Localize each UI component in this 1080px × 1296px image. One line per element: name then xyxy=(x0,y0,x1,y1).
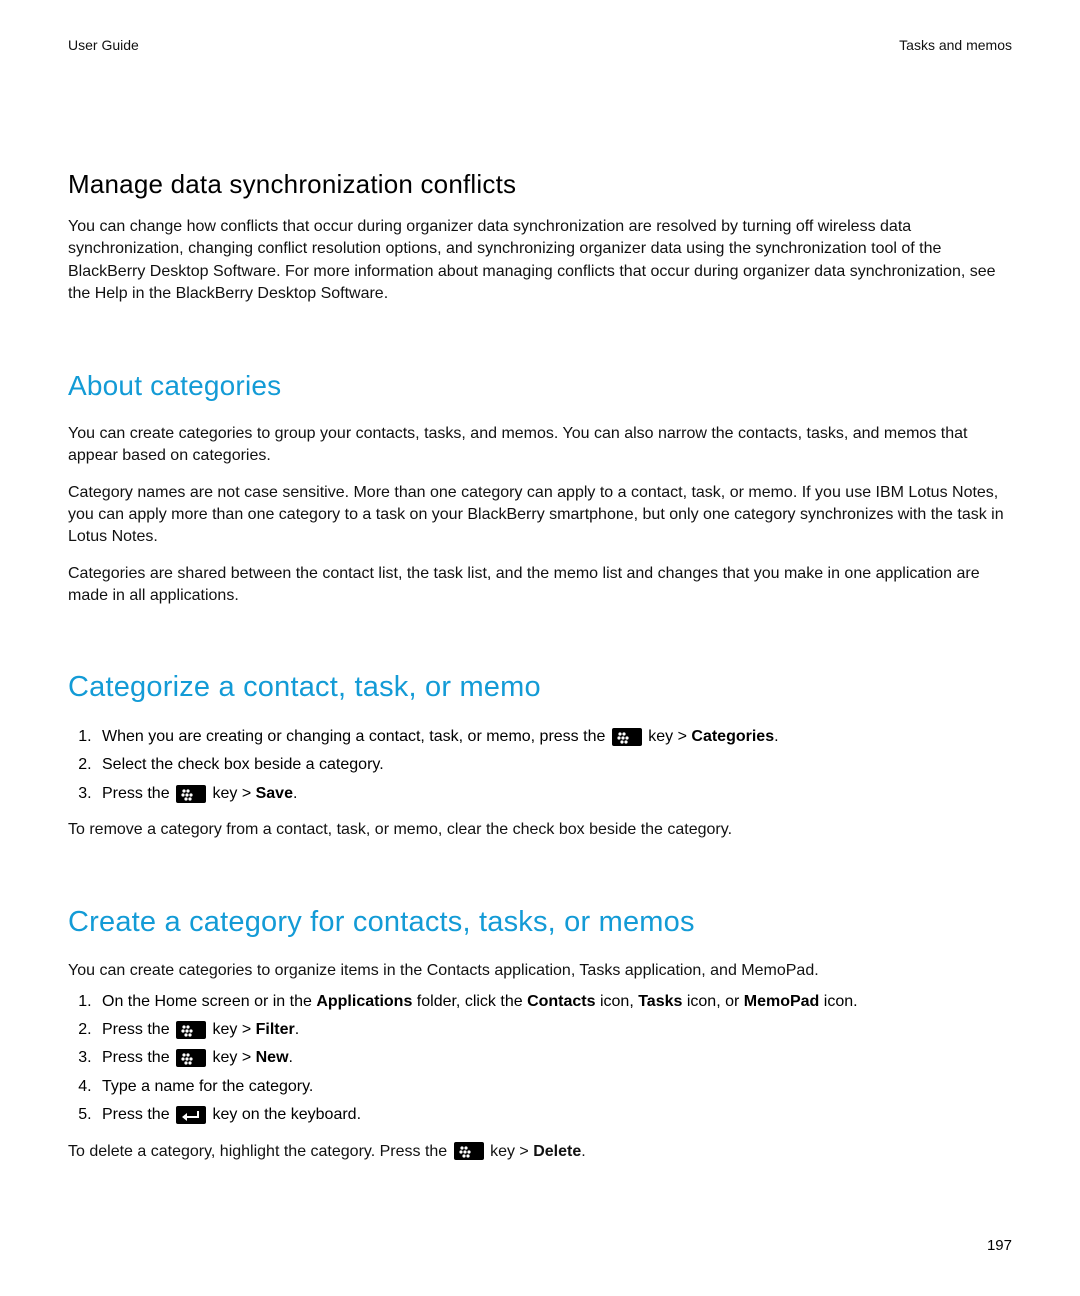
enter-key-icon xyxy=(176,1106,206,1124)
step-text: key > xyxy=(208,1021,256,1038)
heading-about-categories: About categories xyxy=(68,366,1012,405)
paragraph: Categories are shared between the contac… xyxy=(68,563,1012,608)
step-text: Press the xyxy=(102,1021,174,1038)
paragraph: Category names are not case sensitive. M… xyxy=(68,482,1012,549)
step-bold: Contacts xyxy=(527,993,595,1010)
blackberry-key-icon xyxy=(176,1021,206,1039)
step-text: On the Home screen or in the xyxy=(102,993,316,1010)
step-text: Press the xyxy=(102,1106,174,1123)
step-item: Press the key > New. xyxy=(96,1047,1012,1069)
step-bold: Categories xyxy=(691,728,774,745)
page-number: 197 xyxy=(987,1235,1012,1256)
paragraph: You can create categories to organize it… xyxy=(68,960,1012,982)
heading-create-category: Create a category for contacts, tasks, o… xyxy=(68,902,1012,943)
step-text: key > xyxy=(644,728,692,745)
step-item: Press the key > Filter. xyxy=(96,1019,1012,1041)
step-text: . xyxy=(774,728,778,745)
step-text: . xyxy=(293,785,297,802)
step-list: On the Home screen or in the Application… xyxy=(96,991,1012,1127)
paragraph: To remove a category from a contact, tas… xyxy=(68,819,1012,841)
step-item: When you are creating or changing a cont… xyxy=(96,726,1012,748)
step-text: . xyxy=(295,1021,299,1038)
text: . xyxy=(581,1143,585,1160)
document-page: User Guide Tasks and memos Manage data s… xyxy=(0,0,1080,1163)
step-item: Press the key > Save. xyxy=(96,783,1012,805)
step-text: icon, xyxy=(596,993,639,1010)
paragraph: To delete a category, highlight the cate… xyxy=(68,1141,1012,1163)
header-left: User Guide xyxy=(68,36,139,56)
running-header: User Guide Tasks and memos xyxy=(68,36,1012,56)
text: To delete a category, highlight the cate… xyxy=(68,1143,452,1160)
step-bold: MemoPad xyxy=(744,993,820,1010)
step-list: When you are creating or changing a cont… xyxy=(96,726,1012,805)
step-text: key on the keyboard. xyxy=(208,1106,361,1123)
heading-categorize: Categorize a contact, task, or memo xyxy=(68,667,1012,708)
step-text: folder, click the xyxy=(412,993,527,1010)
step-item: On the Home screen or in the Application… xyxy=(96,991,1012,1013)
step-text: icon, or xyxy=(682,993,743,1010)
step-bold: Applications xyxy=(316,993,412,1010)
step-text: . xyxy=(289,1049,293,1066)
paragraph: You can change how conflicts that occur … xyxy=(68,216,1012,306)
header-right: Tasks and memos xyxy=(899,36,1012,56)
step-bold: Filter xyxy=(256,1021,295,1038)
paragraph: You can create categories to group your … xyxy=(68,423,1012,468)
step-item: Select the check box beside a category. xyxy=(96,754,1012,776)
step-text: Press the xyxy=(102,785,174,802)
text: key > xyxy=(486,1143,534,1160)
step-item: Press the key on the keyboard. xyxy=(96,1104,1012,1126)
step-bold: Tasks xyxy=(638,993,682,1010)
blackberry-key-icon xyxy=(612,728,642,746)
step-text: When you are creating or changing a cont… xyxy=(102,728,610,745)
step-bold: Save xyxy=(256,785,293,802)
blackberry-key-icon xyxy=(176,1049,206,1067)
step-text: key > xyxy=(208,1049,256,1066)
blackberry-key-icon xyxy=(454,1142,484,1160)
step-text: Press the xyxy=(102,1049,174,1066)
step-bold: New xyxy=(256,1049,289,1066)
step-text: icon. xyxy=(819,993,857,1010)
step-item: Type a name for the category. xyxy=(96,1076,1012,1098)
step-text: key > xyxy=(208,785,256,802)
heading-manage-conflicts: Manage data synchronization conflicts xyxy=(68,166,1012,202)
blackberry-key-icon xyxy=(176,785,206,803)
text-bold: Delete xyxy=(533,1143,581,1160)
